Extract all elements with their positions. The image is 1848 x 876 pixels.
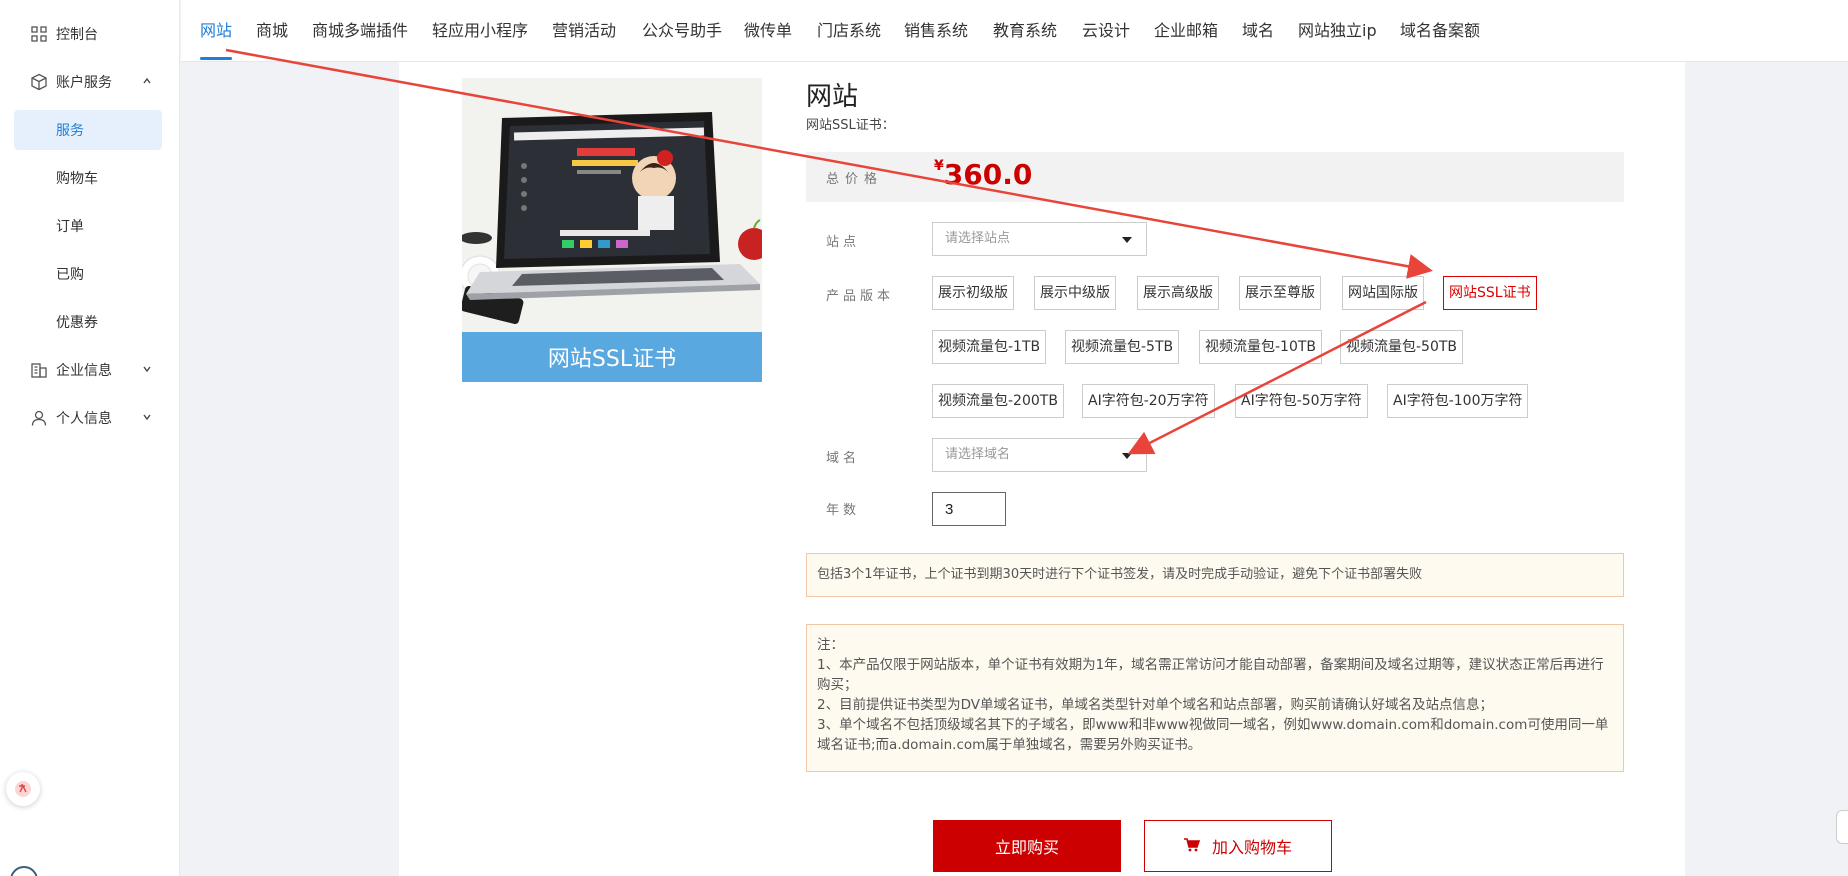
- years-label: 年数: [826, 503, 861, 518]
- building-icon: [30, 361, 48, 379]
- sidebar-item-label: 企业信息: [56, 363, 112, 379]
- tab-enterprise-mail[interactable]: 企业邮箱: [1154, 0, 1218, 62]
- chevron-down-icon: [142, 412, 152, 425]
- version-option[interactable]: 网站国际版: [1342, 276, 1424, 310]
- sidebar-subitem-purchased[interactable]: 已购: [14, 254, 162, 294]
- sidebar-item-label: 控制台: [56, 27, 98, 43]
- sidebar-item-console[interactable]: 控制台: [0, 14, 180, 54]
- tab-cloud-design[interactable]: 云设计: [1082, 0, 1130, 62]
- site-select[interactable]: 请选择站点: [932, 222, 1147, 256]
- version-option[interactable]: AI字符包-100万字符: [1387, 384, 1529, 418]
- tab-domain-filing[interactable]: 域名备案额: [1400, 0, 1480, 62]
- tab-mall-plugin[interactable]: 商城多端插件: [312, 0, 408, 62]
- notes-box: 注： 1、本产品仅限于网站版本，单个证书有效期为1年，域名需正常访问才能自动部署…: [806, 624, 1624, 772]
- price-value: ¥360.0: [934, 158, 1032, 191]
- caret-down-icon: [1122, 237, 1132, 243]
- grid-icon: [30, 25, 48, 43]
- tab-store-system[interactable]: 门店系统: [817, 0, 881, 62]
- note-line: 3、单个域名不包括顶级域名其下的子域名，即www和非www视做同一域名，例如ww…: [817, 717, 1609, 753]
- note-line: 1、本产品仅限于网站版本，单个证书有效期为1年，域名需正常访问才能自动部署，备案…: [817, 657, 1604, 693]
- notes-heading: 注：: [817, 637, 844, 653]
- version-option[interactable]: 展示初级版: [932, 276, 1014, 310]
- sidebar-item-label: 个人信息: [56, 411, 112, 427]
- currency-symbol: ¥: [934, 158, 944, 174]
- sidebar-item-account-services[interactable]: 账户服务: [0, 62, 180, 102]
- certificate-notice: 包括3个1年证书，上个证书到期30天时进行下个证书签发，请及时完成手动验证，避免…: [806, 553, 1624, 597]
- help-icon[interactable]: [10, 866, 38, 876]
- add-to-cart-button[interactable]: 加入购物车: [1144, 820, 1332, 872]
- page-title: 网站: [806, 82, 859, 112]
- sidebar-subitem-cart[interactable]: 购物车: [14, 158, 162, 198]
- translate-icon[interactable]: [6, 772, 40, 806]
- sidebar-subitem-services[interactable]: 服务: [14, 110, 162, 150]
- add-to-cart-label: 加入购物车: [1211, 838, 1292, 857]
- sidebar-subitem-coupons[interactable]: 优惠券: [14, 302, 162, 342]
- chevron-up-icon: [142, 76, 152, 89]
- laptop-illustration: [462, 78, 762, 332]
- version-option[interactable]: 展示中级版: [1034, 276, 1116, 310]
- tab-sales-system[interactable]: 销售系统: [904, 0, 968, 62]
- sidebar-item-company-info[interactable]: 企业信息: [0, 350, 180, 390]
- product-subtitle: 网站SSL证书：: [806, 118, 895, 133]
- note-line: 2、目前提供证书类型为DV单域名证书，单域名类型针对单个域名和站点部署，购买前请…: [817, 697, 1493, 713]
- price-row: 总价格 ¥360.0: [806, 152, 1624, 202]
- version-option[interactable]: 视频流量包-200TB: [932, 384, 1064, 418]
- tab-domain[interactable]: 域名: [1242, 0, 1274, 62]
- tab-marketing[interactable]: 营销活动: [552, 0, 616, 62]
- version-option[interactable]: AI字符包-50万字符: [1235, 384, 1368, 418]
- tab-dedicated-ip[interactable]: 网站独立ip: [1298, 0, 1377, 62]
- site-label: 站点: [826, 235, 861, 250]
- price-label: 总价格: [826, 172, 884, 187]
- chevron-down-icon: [142, 364, 152, 377]
- sidebar: 控制台 账户服务 服务 购物车 订单 已购 优惠券 企业信息 个人信息: [0, 0, 180, 876]
- sidebar-item-label: 账户服务: [56, 75, 112, 91]
- version-label: 产品版本: [826, 289, 895, 304]
- side-drawer-handle[interactable]: [1836, 810, 1848, 844]
- tab-website[interactable]: 网站: [200, 0, 233, 62]
- version-option[interactable]: 视频流量包-5TB: [1065, 330, 1180, 364]
- sidebar-item-personal-info[interactable]: 个人信息: [0, 398, 180, 438]
- years-input[interactable]: [932, 492, 1006, 526]
- product-caption: 网站SSL证书: [462, 332, 762, 382]
- tab-mall[interactable]: 商城: [256, 0, 288, 62]
- version-option[interactable]: 视频流量包-1TB: [932, 330, 1047, 364]
- caret-down-icon: [1122, 453, 1132, 459]
- cart-icon: [1183, 837, 1201, 856]
- version-option[interactable]: 视频流量包-50TB: [1340, 330, 1464, 364]
- sidebar-subitem-orders[interactable]: 订单: [14, 206, 162, 246]
- domain-label: 域名: [826, 451, 861, 466]
- user-icon: [30, 409, 48, 427]
- tab-official-account[interactable]: 公众号助手: [642, 0, 722, 62]
- price-amount: 360.0: [943, 158, 1033, 191]
- tab-micro-flyer[interactable]: 微传单: [744, 0, 792, 62]
- version-option-selected[interactable]: 网站SSL证书: [1443, 276, 1537, 310]
- tab-education-system[interactable]: 教育系统: [993, 0, 1057, 62]
- domain-placeholder: 请选择域名: [945, 447, 1011, 462]
- version-option[interactable]: 展示至尊版: [1239, 276, 1321, 310]
- version-option[interactable]: AI字符包-20万字符: [1082, 384, 1215, 418]
- tab-mini-program[interactable]: 轻应用小程序: [432, 0, 528, 62]
- top-nav: 网站 商城 商城多端插件 轻应用小程序 营销活动 公众号助手 微传单 门店系统 …: [181, 0, 1848, 62]
- site-placeholder: 请选择站点: [945, 231, 1011, 246]
- cube-icon: [30, 73, 48, 91]
- product-image: 网站SSL证书: [462, 78, 762, 382]
- version-option[interactable]: 展示高级版: [1137, 276, 1219, 310]
- buy-now-button[interactable]: 立即购买: [933, 820, 1121, 872]
- domain-select[interactable]: 请选择域名: [932, 438, 1147, 472]
- version-option[interactable]: 视频流量包-10TB: [1199, 330, 1323, 364]
